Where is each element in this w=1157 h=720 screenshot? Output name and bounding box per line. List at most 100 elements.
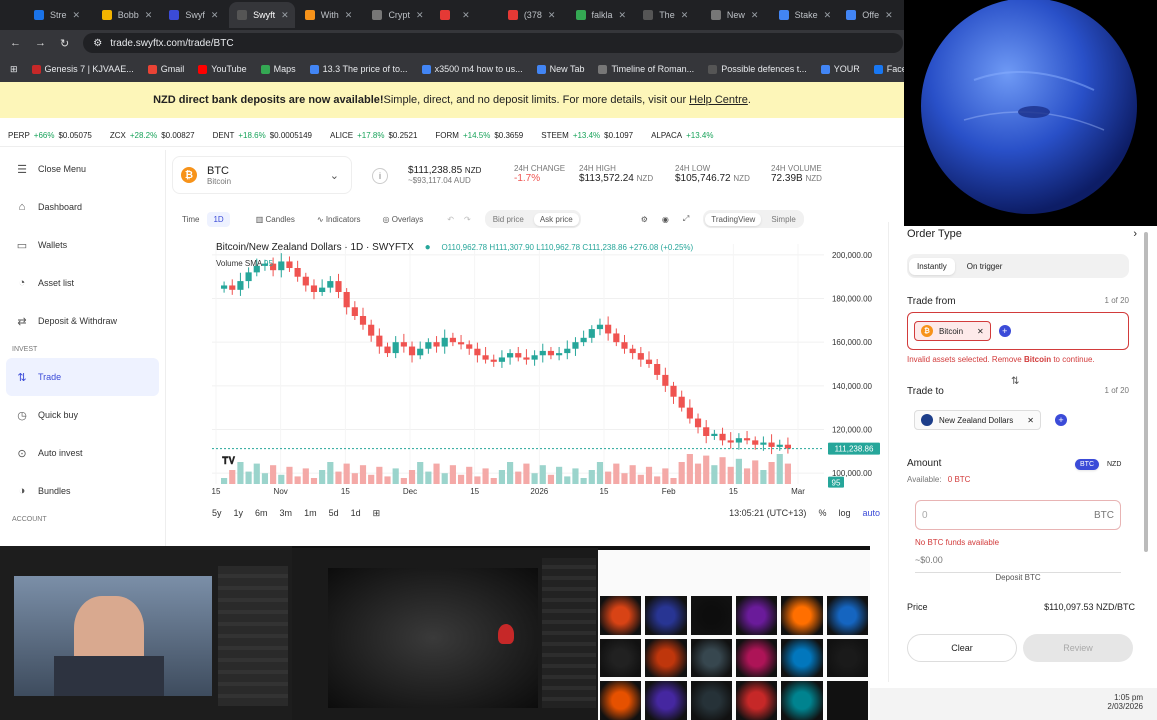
site-info-icon[interactable]: ⚙	[93, 38, 102, 49]
image-result[interactable]	[826, 596, 868, 635]
btc-toggle[interactable]: BTC	[1075, 458, 1099, 470]
range-button-1y[interactable]: 1y	[234, 508, 244, 518]
bookmark-item[interactable]: New Tab	[536, 64, 584, 74]
bookmark-item[interactable]: Timeline of Roman...	[598, 64, 694, 74]
back-icon[interactable]: ←	[10, 37, 21, 49]
image-result[interactable]	[645, 638, 687, 678]
deposit-btc-button[interactable]: Deposit BTC	[915, 572, 1121, 584]
browser-tab[interactable]: Stake ✕	[771, 2, 837, 28]
amount-input[interactable]: 0 BTC	[915, 500, 1121, 530]
browser-tab[interactable]: Offe ✕	[838, 2, 904, 28]
stream-thumbnail-2[interactable]	[292, 548, 598, 720]
range-button-1m[interactable]: 1m	[304, 508, 317, 518]
tab-close-icon[interactable]: ✕	[548, 10, 556, 21]
nzd-toggle[interactable]: NZD	[1103, 461, 1125, 468]
apps-icon[interactable]: ⊞	[10, 64, 18, 75]
stream-thumbnail-1[interactable]	[0, 546, 292, 720]
browser-tab[interactable]: Swyf ✕	[161, 2, 227, 28]
bookmark-item[interactable]: x3500 m4 how to us...	[421, 64, 523, 74]
range-button-1d[interactable]: 1d	[351, 508, 361, 518]
bookmark-item[interactable]: YOUR	[820, 64, 860, 74]
tab-close-icon[interactable]: ✕	[281, 10, 289, 21]
image-result[interactable]	[690, 596, 732, 635]
tab-close-icon[interactable]: ✕	[824, 10, 832, 21]
image-result[interactable]	[735, 596, 778, 635]
asset-selector[interactable]: ₿ BTC Bitcoin ⌄	[172, 156, 352, 194]
interval-select[interactable]: 1D	[207, 211, 230, 227]
add-from-icon[interactable]: +	[998, 325, 1011, 337]
image-result[interactable]	[735, 681, 778, 720]
sidebar-item-auto-invest[interactable]: ⊙ Auto invest	[0, 434, 165, 472]
price-chart[interactable]: 100,000.00 120,000.00 140,000.00 160,000.00…	[178, 236, 880, 500]
bookmark-item[interactable]: 13.3 The price of to...	[309, 64, 408, 74]
image-result[interactable]	[690, 681, 732, 720]
browser-tab[interactable]: With ✕	[297, 2, 363, 28]
bookmark-item[interactable]: Facebook green	[873, 64, 904, 74]
image-result[interactable]	[645, 681, 687, 720]
image-result[interactable]	[600, 638, 642, 678]
image-result[interactable]	[781, 638, 823, 678]
candles-button[interactable]: ▥ Candles	[256, 215, 295, 224]
tab-close-icon[interactable]: ✕	[751, 10, 759, 21]
trade-to-field[interactable]: New Zealand Dollars ✕ +	[907, 402, 1129, 438]
order-type-row[interactable]: Order Type ›	[907, 228, 1137, 240]
bookmark-item[interactable]: YouTube	[198, 64, 247, 74]
log-toggle[interactable]: log	[838, 508, 850, 518]
browser-tab[interactable]: Swyft ✕	[229, 2, 295, 28]
ticker-item[interactable]: ALICE +17.8% $0.2521	[330, 131, 417, 140]
clear-button[interactable]: Clear	[907, 634, 1017, 662]
sidebar-item-trade[interactable]: ⇅ Trade	[6, 358, 159, 396]
info-icon[interactable]: i	[372, 168, 388, 184]
ticker-item[interactable]: DENT +18.6% $0.0005149	[213, 131, 312, 140]
range-button-6m[interactable]: 6m	[255, 508, 268, 518]
browser-tab[interactable]: ✕	[432, 2, 498, 28]
sidebar-item-wallets[interactable]: ▭ Wallets	[0, 226, 165, 264]
ticker-item[interactable]: STEEM +13.4% $0.1097	[541, 131, 633, 140]
browser-tab[interactable]: Crypt ✕	[364, 2, 430, 28]
range-button-5y[interactable]: 5y	[212, 508, 222, 518]
image-result[interactable]	[645, 596, 687, 635]
tab-close-icon[interactable]: ✕	[885, 10, 893, 21]
browser-tab[interactable]: The ✕	[635, 2, 701, 28]
tradingview-button[interactable]: TradingView	[705, 212, 762, 226]
help-centre-link[interactable]: Help Centre	[689, 94, 748, 106]
sidebar-item-quick-buy[interactable]: ◷ Quick buy	[0, 396, 165, 434]
browser-tab[interactable]: (378 ✕	[500, 2, 566, 28]
close-menu-button[interactable]: ☰ Close Menu	[0, 150, 165, 188]
bookmark-item[interactable]: Gmail	[147, 64, 184, 74]
on-trigger-button[interactable]: On trigger	[959, 262, 1011, 271]
bookmark-item[interactable]: Maps	[260, 64, 296, 74]
panel-scrollbar[interactable]	[1144, 232, 1148, 552]
indicators-button[interactable]: ∿ Indicators	[317, 215, 361, 224]
sidebar-item-deposit-withdraw[interactable]: ⇄ Deposit & Withdraw	[0, 302, 165, 340]
ticker-item[interactable]: ZCX +28.2% $0.00827	[110, 131, 195, 140]
percent-toggle[interactable]: %	[818, 508, 826, 518]
ticker-item[interactable]: PERP +66% $0.05075	[8, 131, 92, 140]
tab-close-icon[interactable]: ✕	[73, 10, 81, 21]
url-field[interactable]: ⚙ trade.swyftx.com/trade/BTC	[83, 33, 904, 53]
browser-tab[interactable]: falkla ✕	[568, 2, 634, 28]
fullscreen-icon[interactable]: ⤢	[683, 214, 689, 224]
ticker-item[interactable]: FORM +14.5% $0.3659	[435, 131, 523, 140]
auto-toggle[interactable]: auto	[862, 508, 880, 518]
browser-tab[interactable]: New ✕	[703, 2, 769, 28]
sidebar-item-dashboard[interactable]: ⌂ Dashboard	[0, 188, 165, 226]
remove-icon[interactable]: ✕	[977, 327, 984, 336]
trade-from-field[interactable]: ₿ Bitcoin ✕ +	[907, 312, 1129, 350]
ticker-item[interactable]: ALPACA +13.4%	[651, 131, 717, 140]
settings-icon[interactable]: ⚙	[641, 215, 648, 224]
browser-tab[interactable]: Stre ✕	[26, 2, 92, 28]
forward-icon[interactable]: →	[35, 37, 46, 49]
add-to-icon[interactable]: +	[1054, 414, 1067, 426]
ask-price-button[interactable]: Ask price	[533, 212, 579, 226]
reload-icon[interactable]: ↻	[60, 37, 69, 50]
tab-close-icon[interactable]: ✕	[345, 10, 353, 21]
range-button-3m[interactable]: 3m	[280, 508, 293, 518]
redo-icon[interactable]: ↷	[464, 215, 471, 224]
image-result[interactable]	[781, 596, 823, 635]
bid-price-button[interactable]: Bid price	[487, 215, 530, 224]
tab-close-icon[interactable]: ✕	[619, 10, 627, 21]
image-result[interactable]	[735, 638, 778, 678]
camera-icon[interactable]: ◉	[662, 215, 669, 224]
range-button-5d[interactable]: 5d	[329, 508, 339, 518]
